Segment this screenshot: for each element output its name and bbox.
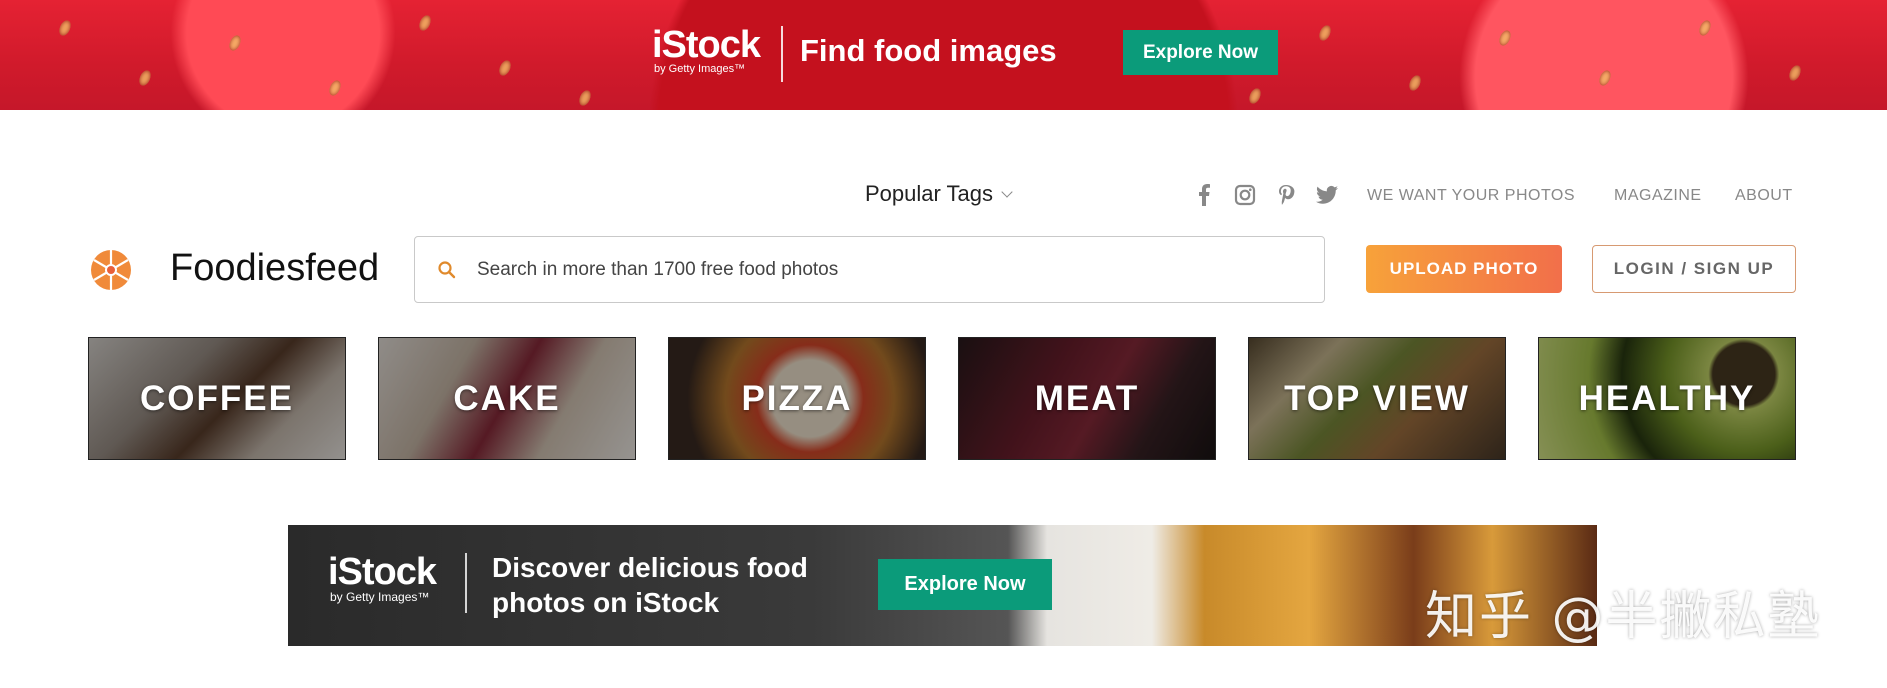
category-tile-healthy[interactable]: HEALTHY [1538,337,1796,460]
istock-logo: iStock by Getty Images™ [328,551,437,604]
istock-logo: iStock by Getty Images™ [652,24,761,75]
nav-we-want-your-photos[interactable]: WE WANT YOUR PHOTOS [1367,187,1575,205]
instagram-icon[interactable] [1233,183,1257,207]
chevron-down-icon [1001,185,1013,198]
category-label: CAKE [453,378,561,418]
category-tile-pizza[interactable]: PIZZA [668,337,926,460]
login-signup-button[interactable]: LOGIN / SIGN UP [1592,245,1796,293]
explore-now-button[interactable]: Explore Now [1123,30,1278,75]
category-tile-meat[interactable]: MEAT [958,337,1216,460]
bottom-ad-banner[interactable]: iStock by Getty Images™ Discover delicio… [288,525,1597,646]
banner-divider [465,553,467,613]
banner-divider [781,26,783,82]
top-ad-banner[interactable]: iStock by Getty Images™ Find food images… [0,0,1887,110]
site-brand-name[interactable]: Foodiesfeed [170,247,379,290]
category-label: COFFEE [140,378,294,418]
nav-magazine[interactable]: MAGAZINE [1614,187,1702,205]
explore-now-button[interactable]: Explore Now [878,559,1052,610]
watermark-text: 知乎 @半撇私塾 [1425,587,1822,647]
popular-tags-dropdown[interactable]: Popular Tags [865,181,1013,207]
category-tile-cake[interactable]: CAKE [378,337,636,460]
pinterest-icon[interactable] [1274,183,1298,207]
search-icon [437,260,457,280]
twitter-icon[interactable] [1315,183,1339,207]
category-label: TOP VIEW [1284,378,1470,418]
category-tile-top-view[interactable]: TOP VIEW [1248,337,1506,460]
category-label: MEAT [1034,378,1140,418]
search-bar[interactable] [414,236,1325,303]
banner-headline: Discover delicious food photos on iStock [492,552,808,618]
search-input[interactable] [475,257,1299,282]
upload-photo-button[interactable]: UPLOAD PHOTO [1366,245,1562,293]
facebook-icon[interactable] [1192,183,1216,207]
popular-tags-label: Popular Tags [865,181,994,206]
category-label: HEALTHY [1578,378,1756,418]
banner-headline: Find food images [800,33,1057,68]
foodiesfeed-logo-icon[interactable] [90,249,132,291]
category-tile-coffee[interactable]: COFFEE [88,337,346,460]
nav-about[interactable]: ABOUT [1735,187,1793,205]
category-label: PIZZA [741,378,853,418]
